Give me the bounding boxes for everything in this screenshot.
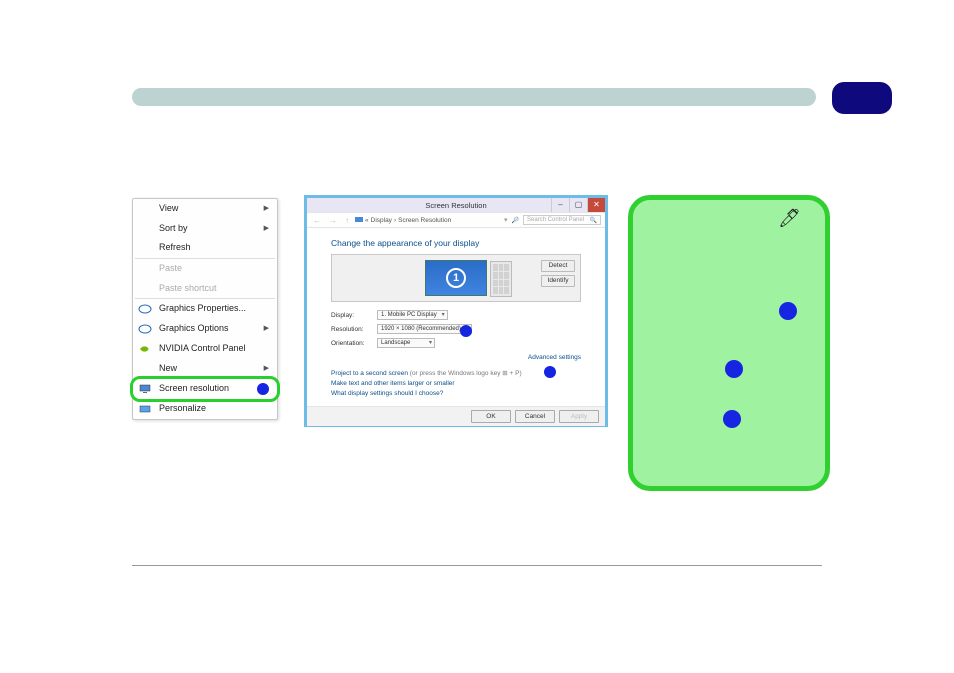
ctx-graphics-options[interactable]: Graphics Options ▶: [133, 319, 277, 339]
annotation-bullet: [725, 360, 743, 378]
resolution-value: 1920 × 1080 (Recommended): [381, 326, 461, 332]
ctx-graphics-properties[interactable]: Graphics Properties...: [133, 299, 277, 319]
screen-resolution-dialog: Screen Resolution – ▢ ✕ ← → ↑ « Display …: [304, 195, 608, 427]
ctx-label: Graphics Options: [159, 323, 229, 335]
annotation-bullet: [779, 302, 797, 320]
submenu-arrow-icon: ▶: [264, 364, 269, 373]
project-second-screen-link[interactable]: Project to a second screen: [331, 370, 408, 377]
display-icon: [355, 216, 363, 224]
submenu-arrow-icon: ▶: [264, 324, 269, 333]
display-icon: [138, 382, 152, 396]
nvidia-icon: [138, 342, 152, 356]
ctx-label: Paste shortcut: [159, 283, 217, 295]
monitor-preview[interactable]: 1: [425, 260, 487, 296]
identify-button[interactable]: Identify: [541, 275, 575, 287]
annotation-bullet: [257, 383, 269, 395]
dialog-footer: OK Cancel Apply: [307, 406, 605, 426]
display-select[interactable]: 1. Mobile PC Display: [377, 310, 448, 320]
ctx-nvidia-control-panel[interactable]: NVIDIA Control Panel: [133, 339, 277, 359]
personalize-icon: [138, 402, 152, 416]
search-placeholder: Search Control Panel: [527, 217, 584, 223]
make-text-larger-link[interactable]: Make text and other items larger or smal…: [331, 380, 581, 387]
ctx-label: Sort by: [159, 223, 188, 235]
advanced-settings-link[interactable]: Advanced settings: [331, 354, 581, 361]
orientation-label: Orientation:: [331, 340, 377, 347]
display-value: 1. Mobile PC Display: [381, 312, 437, 318]
orientation-row: Orientation: Landscape: [331, 338, 581, 348]
ctx-refresh[interactable]: Refresh: [133, 238, 277, 258]
apply-button[interactable]: Apply: [559, 410, 599, 423]
pen-icon: 🖊: [778, 208, 801, 229]
ctx-paste-shortcut: Paste shortcut: [133, 279, 277, 299]
header-pill: [832, 82, 892, 114]
ctx-label: View: [159, 203, 178, 215]
intel-icon: [138, 322, 152, 336]
crumb-screen-resolution: Screen Resolution: [398, 217, 451, 224]
orientation-select[interactable]: Landscape: [377, 338, 435, 348]
ctx-label: Screen resolution: [159, 383, 229, 395]
search-icon: 🔍: [590, 217, 597, 224]
what-settings-link[interactable]: What display settings should I choose?: [331, 390, 581, 397]
ok-button[interactable]: OK: [471, 410, 511, 423]
monitor-wrap: 1: [425, 260, 487, 296]
ctx-label: Paste: [159, 263, 182, 275]
monitor-number: 1: [446, 268, 466, 288]
annotation-bullet: [723, 410, 741, 428]
ctx-sort-by[interactable]: Sort by ▶: [133, 219, 277, 239]
window-title: Screen Resolution: [425, 201, 486, 210]
ctx-screen-resolution[interactable]: Screen resolution: [130, 376, 280, 402]
ctx-paste: Paste: [133, 259, 277, 279]
minimize-button[interactable]: –: [551, 198, 569, 212]
forward-button[interactable]: →: [327, 216, 339, 225]
crumb-display: Display: [371, 217, 392, 224]
up-button[interactable]: ↑: [343, 216, 351, 225]
ctx-label: Personalize: [159, 403, 206, 415]
ctx-label: NVIDIA Control Panel: [159, 343, 246, 355]
project-hint: (or press the Windows logo key ⊞ + P): [410, 370, 522, 377]
resolution-row: Resolution: 1920 × 1080 (Recommended): [331, 324, 581, 334]
ctx-label: Refresh: [159, 242, 191, 254]
close-button[interactable]: ✕: [587, 198, 605, 212]
dialog-heading: Change the appearance of your display: [331, 238, 581, 248]
annotation-bullet: [544, 366, 556, 378]
maximize-button[interactable]: ▢: [569, 198, 587, 212]
ctx-view[interactable]: View ▶: [133, 199, 277, 219]
cancel-button[interactable]: Cancel: [515, 410, 555, 423]
intel-icon: [138, 302, 152, 316]
detect-button[interactable]: Detect: [541, 260, 575, 272]
orientation-value: Landscape: [381, 340, 410, 346]
divider: [132, 565, 822, 566]
ctx-personalize[interactable]: Personalize: [133, 399, 277, 419]
dialog-body: Change the appearance of your display 1 …: [307, 228, 605, 406]
header-bar: [132, 88, 816, 106]
display-row: Display: 1. Mobile PC Display: [331, 310, 581, 320]
ctx-label: New: [159, 363, 177, 375]
resolution-label: Resolution:: [331, 326, 377, 333]
back-button[interactable]: ←: [311, 216, 323, 225]
search-input[interactable]: Search Control Panel 🔍: [523, 215, 601, 225]
keyboard-preview: [490, 261, 512, 297]
annotation-bullet: [460, 325, 472, 337]
submenu-arrow-icon: ▶: [264, 224, 269, 233]
display-preview: 1 Detect Identify: [331, 254, 581, 302]
annotation-panel: 🖊: [628, 195, 830, 491]
display-label: Display:: [331, 312, 377, 319]
nav-bar: ← → ↑ « Display › Screen Resolution ▾ 🔎 …: [307, 212, 605, 228]
submenu-arrow-icon: ▶: [264, 204, 269, 213]
breadcrumb[interactable]: « Display › Screen Resolution: [355, 216, 500, 224]
titlebar: Screen Resolution – ▢ ✕: [307, 198, 605, 212]
context-menu: View ▶ Sort by ▶ Refresh Paste Paste sho…: [132, 198, 278, 420]
ctx-label: Graphics Properties...: [159, 303, 246, 315]
resolution-select[interactable]: 1920 × 1080 (Recommended): [377, 324, 472, 334]
